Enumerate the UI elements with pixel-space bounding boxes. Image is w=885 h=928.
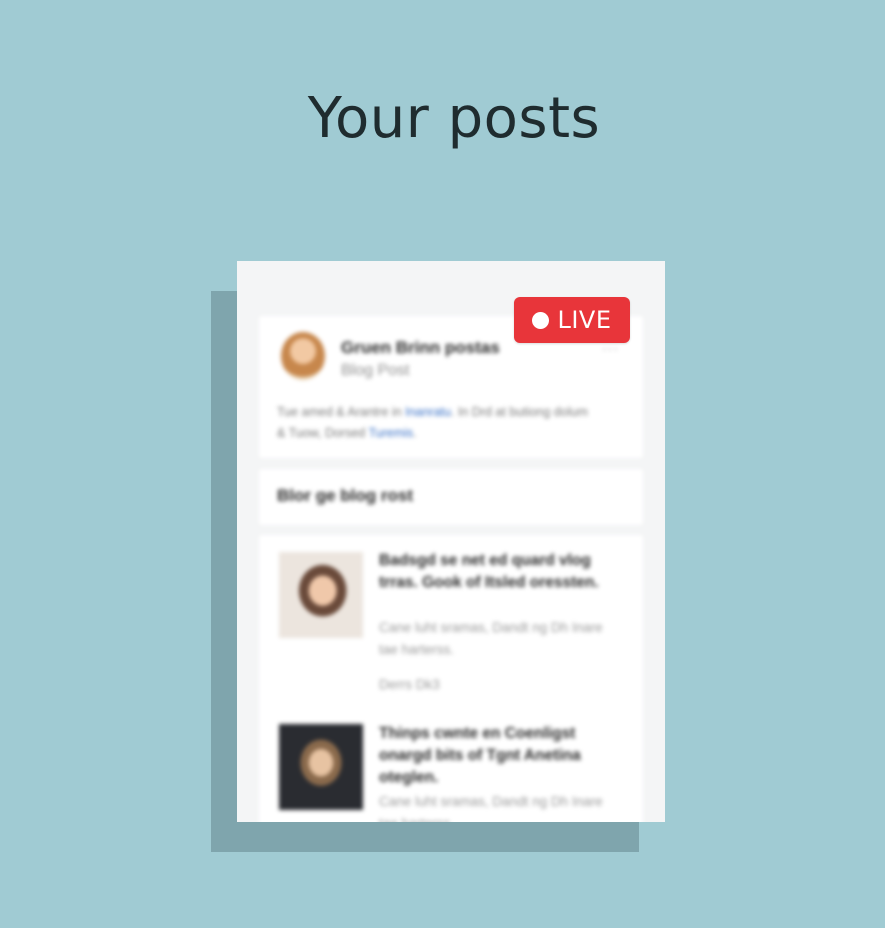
avatar[interactable]	[281, 332, 325, 380]
live-badge[interactable]: LIVE	[514, 297, 630, 343]
live-label: LIVE	[557, 306, 612, 334]
author-description-text: Tue amed & Arantre in	[277, 405, 402, 419]
author-description: Tue amed & Arantre in Inanratu. In Drd a…	[277, 402, 597, 444]
blurred-feed: Gruen Brinn postas Blog Post ··· Tue ame…	[237, 261, 665, 822]
post-title[interactable]: Badsgd se net ed quard vlog trras. Gook …	[379, 550, 619, 594]
section-heading: Blor ge blog rost	[277, 486, 413, 505]
post-thumbnail[interactable]	[279, 724, 363, 810]
live-dot-icon	[532, 311, 550, 329]
section-heading-card: Blor ge blog rost	[259, 469, 643, 525]
page-title: Your posts	[307, 86, 601, 151]
author-description-text: .	[413, 426, 417, 440]
author-subtitle: Blog Post	[341, 362, 410, 379]
post-excerpt: Cane luht sramas, Dandt ng Dh Inare tae …	[379, 794, 603, 822]
post-thumbnail[interactable]	[279, 552, 363, 638]
phone-screen: Gruen Brinn postas Blog Post ··· Tue ame…	[237, 261, 665, 822]
posts-list: Badsgd se net ed quard vlog trras. Gook …	[259, 535, 643, 822]
post-excerpt: Cane luht sramas, Dandt ng Dh Inare tae …	[379, 620, 603, 657]
post-meta: Derrs Dk3	[379, 677, 440, 692]
post-title[interactable]: Thinps cwnte en Coenligst onargd bits of…	[379, 723, 619, 789]
author-description-link[interactable]: Turemis	[369, 426, 414, 440]
author-description-link[interactable]: Inanratu	[405, 405, 451, 419]
author-name[interactable]: Gruen Brinn postas	[341, 338, 500, 358]
